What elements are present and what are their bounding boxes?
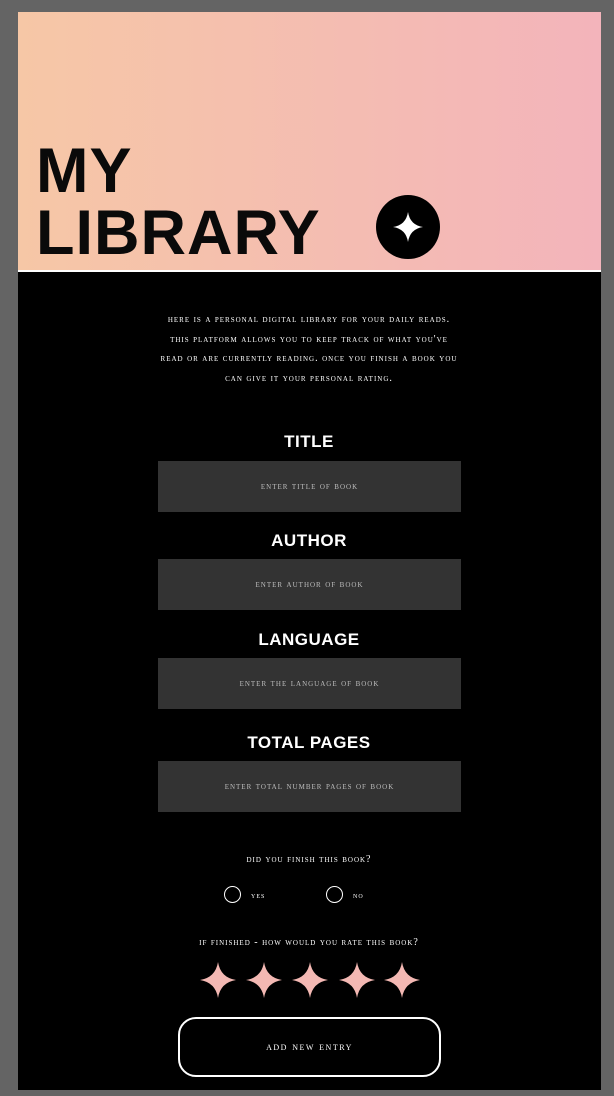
header-banner: MY LIBRARY bbox=[18, 12, 601, 272]
radio-yes-circle[interactable] bbox=[224, 886, 241, 903]
library-card: MY LIBRARY HERE IS A PERSONAL DIGITAL LI… bbox=[18, 12, 601, 1090]
radio-no-label: NO bbox=[353, 889, 364, 900]
sparkle-icon bbox=[393, 212, 423, 242]
sparkle-badge bbox=[376, 195, 440, 259]
star-icon-1[interactable] bbox=[200, 962, 236, 998]
title-line-library: LIBRARY bbox=[36, 198, 321, 268]
title-label: TITLE bbox=[284, 432, 334, 451]
radio-no-circle[interactable] bbox=[326, 886, 343, 903]
title-input[interactable] bbox=[158, 461, 461, 512]
add-entry-button[interactable]: ADD NEW ENTRY bbox=[178, 1017, 441, 1077]
star-icon-5[interactable] bbox=[384, 962, 420, 998]
title-line-my: MY bbox=[36, 136, 133, 206]
rating-question: IF FINISHED - HOW WOULD YOU RATE THIS BO… bbox=[199, 937, 419, 948]
star-icon-2[interactable] bbox=[246, 962, 282, 998]
author-input[interactable] bbox=[158, 559, 461, 610]
header-divider bbox=[18, 270, 601, 272]
intro-text: HERE IS A PERSONAL DIGITAL LIBRARY FOR Y… bbox=[160, 314, 458, 384]
language-label: LANGUAGE bbox=[258, 630, 360, 649]
page-title: MY LIBRARY bbox=[36, 136, 321, 268]
radio-yes[interactable]: YES bbox=[224, 886, 265, 903]
star-icon-3[interactable] bbox=[292, 962, 328, 998]
radio-yes-label: YES bbox=[251, 889, 266, 900]
pages-label: TOTAL PAGES bbox=[247, 733, 371, 752]
star-icon-4[interactable] bbox=[339, 962, 375, 998]
language-input[interactable] bbox=[158, 658, 461, 709]
author-label: AUTHOR bbox=[271, 531, 347, 550]
radio-no[interactable]: NO bbox=[326, 886, 364, 903]
finished-question: DID YOU FINISH THIS BOOK? bbox=[246, 854, 372, 865]
rating-stars bbox=[18, 962, 601, 998]
pages-input[interactable] bbox=[158, 761, 461, 812]
